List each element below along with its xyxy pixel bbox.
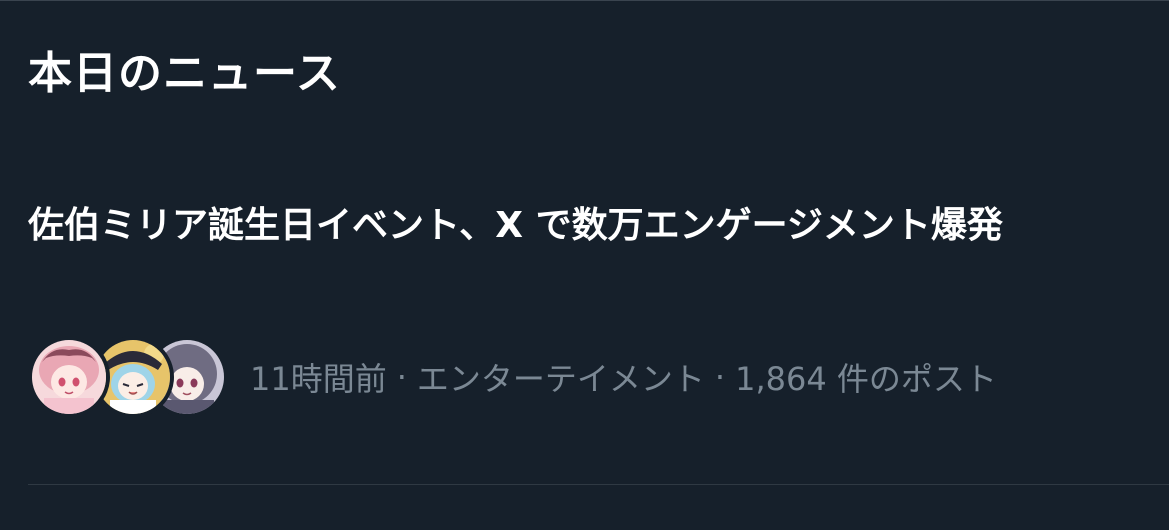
avatar-stack [28, 334, 228, 420]
meta-separator: · [714, 358, 726, 396]
news-headline[interactable]: 佐伯ミリア誕生日イベント、X で数万エンゲージメント爆発 [28, 200, 1088, 252]
meta-separator: · [396, 358, 407, 396]
bottom-divider [28, 484, 1169, 485]
section-title: 本日のニュース [28, 48, 341, 99]
news-category: エンターテイメント [416, 360, 705, 398]
news-meta-text: 11時間前 · エンターテイメント · 1,864 件のポスト [250, 354, 997, 400]
news-meta: 11時間前 · エンターテイメント · 1,864 件のポスト [28, 334, 997, 420]
top-divider [0, 0, 1169, 1]
news-item[interactable]: 佐伯ミリア誕生日イベント、X で数万エンゲージメント爆発 11時間前 · エンタ… [28, 200, 1138, 418]
news-time: 11時間前 [250, 360, 387, 398]
news-post-count: 1,864 件のポスト [735, 360, 997, 398]
pink-hair-character-avatar [28, 336, 110, 418]
